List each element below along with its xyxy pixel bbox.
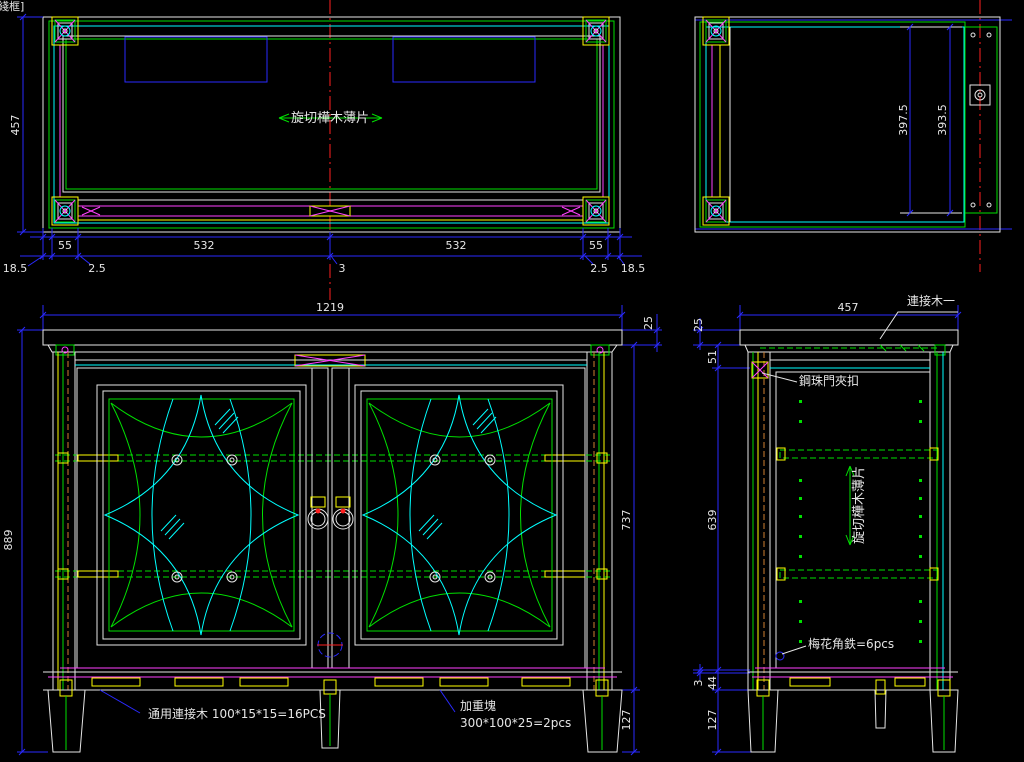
shelf-pin-holes-rect	[799, 555, 802, 558]
dim-center-gap: 3	[339, 262, 346, 275]
shelf-pin-holes-rect	[799, 620, 802, 623]
note-connector-block: 通用連接木 100*15*15=16PCS	[148, 706, 326, 721]
dim-body-height: 737	[620, 510, 633, 531]
shelf-pin-holes-rect	[799, 479, 802, 482]
shelf-pin-holes-rect	[799, 535, 802, 538]
dim-right-span: 532	[446, 239, 467, 252]
shelf-pin-holes-rect	[919, 555, 922, 558]
dim-right-overhang: 18.5	[621, 262, 646, 275]
cad-drawing-canvas[interactable]: 綫框] 旋切樺木薄片 457 55 532 532 55 18.5 2.5 3 …	[0, 0, 1024, 762]
dim-front-leg-height: 127	[620, 710, 633, 731]
note-side-connector: 連接木一	[907, 293, 955, 308]
dim-left-gap: 2.5	[88, 262, 106, 275]
dim-inner-depth-a: 397.5	[897, 104, 910, 136]
dim-left-span: 532	[194, 239, 215, 252]
note-door-catch: 鋼珠門夾扣	[799, 374, 859, 388]
dim-overall-width: 1219	[316, 301, 344, 314]
shelf-pin-holes-rect	[799, 400, 802, 403]
shelf-pin-holes-rect	[919, 600, 922, 603]
dim-right-gap: 2.5	[590, 262, 608, 275]
shelf-pin-holes-rect	[919, 535, 922, 538]
top-view-veneer-label: 旋切樺木薄片	[291, 111, 369, 126]
dim-overall-height: 889	[2, 530, 15, 551]
dim-top-view-depth: 457	[9, 115, 22, 136]
side-view-veneer-label: 旋切樺木薄片	[852, 466, 867, 544]
shelf-pin-holes-rect	[799, 640, 802, 643]
note-corner-bracket: 梅花角鉄=6pcs	[808, 636, 894, 651]
note-weight-block-spec: 300*100*25=2pcs	[460, 716, 571, 730]
door-handle-right-circle	[340, 508, 346, 514]
note-weight-block-title: 加重塊	[460, 698, 496, 713]
dim-side-bottom-rail: 44	[706, 676, 719, 690]
shelf-pin-holes-rect	[919, 620, 922, 623]
shelf-pin-holes-rect	[919, 420, 922, 423]
dim-side-depth: 457	[838, 301, 859, 314]
shelf-pin-holes-rect	[799, 420, 802, 423]
door-handle-left-circle	[315, 508, 321, 514]
shelf-pin-holes-rect	[919, 479, 922, 482]
dim-right-post: 55	[589, 239, 603, 252]
shelf-pin-holes-rect	[919, 400, 922, 403]
viewport-visual-style-label[interactable]: 綫框]	[0, 0, 24, 13]
shelf-pin-holes-rect	[919, 497, 922, 500]
dim-side-leg-height: 127	[706, 710, 719, 731]
shelf-pin-holes-rect	[799, 497, 802, 500]
dim-side-body-height: 639	[706, 510, 719, 531]
shelf-pin-holes-rect	[799, 515, 802, 518]
dim-side-bottom-gap: 3	[692, 680, 705, 687]
dim-front-top-thickness: 25	[642, 316, 655, 330]
dim-left-overhang: 18.5	[3, 262, 28, 275]
dim-side-top-rail: 51	[706, 350, 719, 364]
shelf-pin-holes-rect	[799, 600, 802, 603]
dim-left-post: 55	[58, 239, 72, 252]
shelf-pin-holes-rect	[919, 515, 922, 518]
shelf-pin-holes-rect	[919, 640, 922, 643]
dim-side-top-thickness: 25	[692, 318, 705, 332]
dim-inner-depth-b: 393.5	[936, 104, 949, 136]
